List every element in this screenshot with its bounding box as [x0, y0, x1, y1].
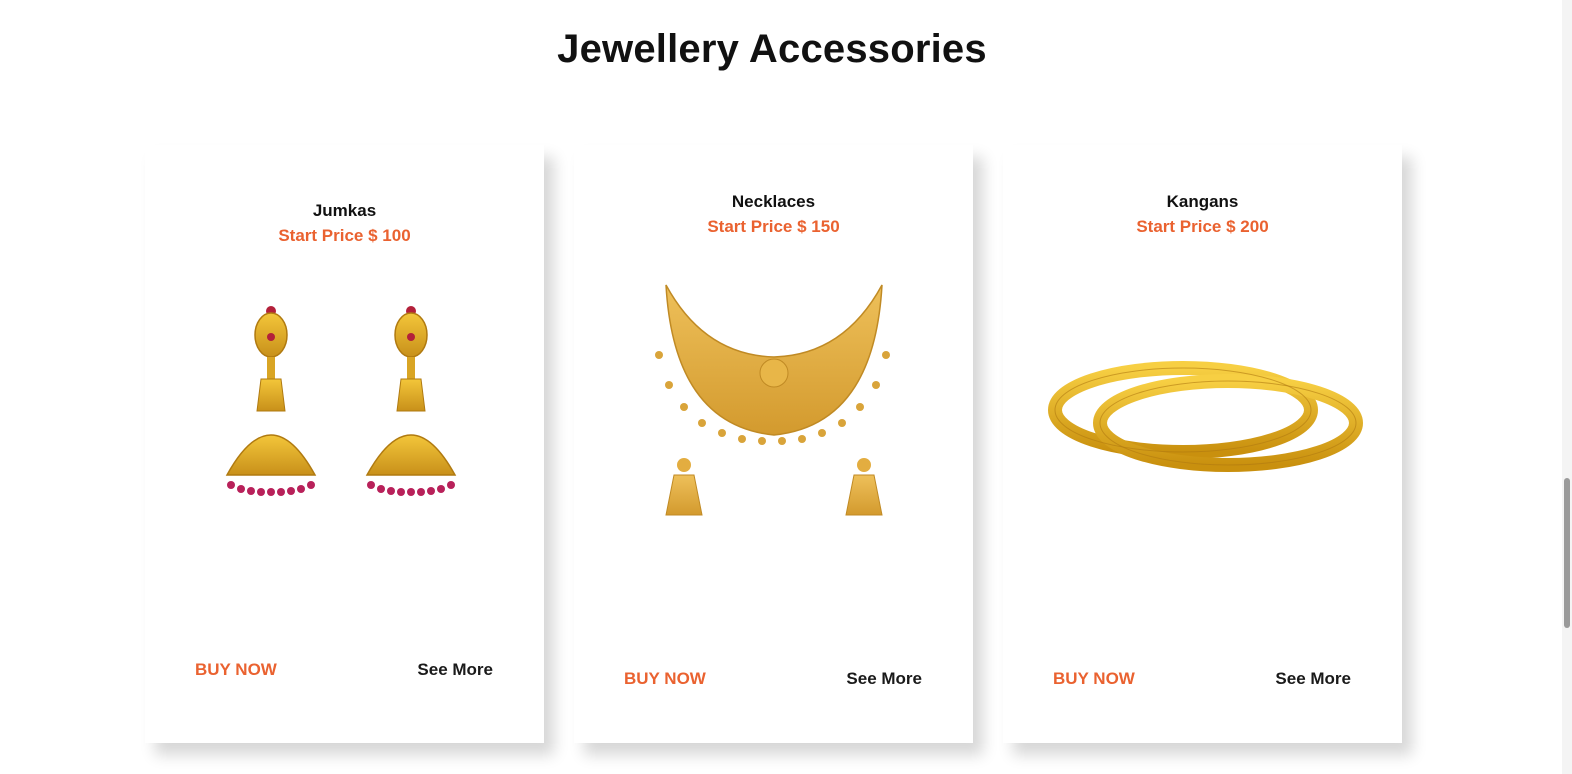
- product-card-jumkas: Jumkas Start Price $ 100 BUY NOW See Mor…: [145, 145, 544, 743]
- scrollbar-thumb[interactable]: [1564, 478, 1570, 628]
- buy-now-button[interactable]: BUY NOW: [1053, 669, 1135, 689]
- product-name: Jumkas: [312, 201, 377, 220]
- product-card-kangans: Kangans Start Price $ 200 BUY NOW See Mo…: [1003, 145, 1402, 743]
- see-more-link[interactable]: See More: [846, 669, 922, 689]
- product-price: Start Price $ 100: [278, 226, 411, 245]
- jhumka-earrings-image: [185, 285, 505, 585]
- product-name: Necklaces: [731, 192, 816, 211]
- see-more-link[interactable]: See More: [417, 660, 493, 680]
- bangles-image: [1043, 245, 1363, 545]
- necklace-set-image: [614, 245, 934, 545]
- buy-now-button[interactable]: BUY NOW: [624, 669, 706, 689]
- product-name: Kangans: [1166, 192, 1239, 211]
- product-card-necklaces: Necklaces Start Price $ 150 BUY NOW See …: [574, 145, 973, 743]
- product-price: Start Price $ 200: [1136, 217, 1269, 236]
- product-price: Start Price $ 150: [707, 217, 840, 236]
- see-more-link[interactable]: See More: [1275, 669, 1351, 689]
- buy-now-button[interactable]: BUY NOW: [195, 660, 277, 680]
- page: Jewellery Accessories Jumkas Start Price…: [0, 0, 1572, 774]
- section-title: Jewellery Accessories: [557, 27, 987, 71]
- scrollbar[interactable]: [1562, 0, 1572, 774]
